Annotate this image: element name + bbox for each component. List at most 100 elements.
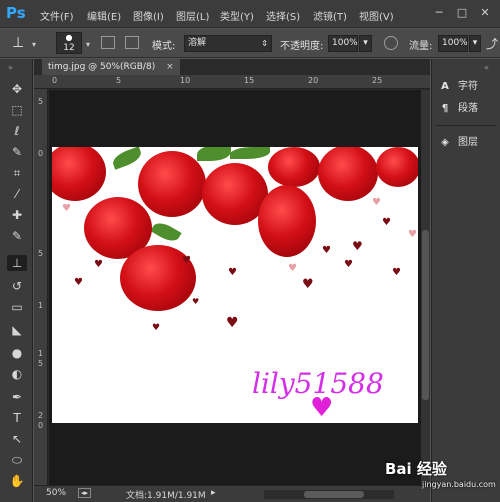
scrollbar-thumb[interactable]	[422, 230, 429, 400]
heart-petal: ♥	[392, 267, 401, 278]
ellipse-icon: ⬭	[11, 453, 23, 467]
panel-collapse-icon[interactable]: «	[484, 63, 489, 72]
dodge-tool[interactable]: ◐	[7, 366, 27, 382]
type-tool[interactable]: T	[7, 410, 27, 426]
move-tool[interactable]: ✥	[7, 81, 27, 97]
flow-label: 流量:	[409, 41, 433, 52]
panel-label: 字符	[458, 81, 478, 92]
ruler-tick-label: 1	[38, 301, 44, 310]
chevron-down-icon[interactable]: ▾	[32, 40, 36, 49]
close-window-button[interactable]: ✕	[478, 6, 492, 20]
opacity-dropdown-button[interactable]: ▾	[359, 35, 372, 52]
eraser-icon: ▭	[11, 300, 23, 314]
scrollbar-thumb[interactable]	[304, 491, 364, 498]
pen-icon: ✒	[11, 390, 23, 404]
opacity-input[interactable]: 100%	[328, 35, 358, 52]
heart-petal: ♥	[182, 255, 191, 266]
heart-petal: ♥	[372, 197, 381, 208]
history-brush-tool[interactable]: ↺	[7, 278, 27, 294]
dodge-icon: ◐	[11, 367, 23, 381]
zoom-level[interactable]: 50%	[46, 488, 66, 498]
leaf	[110, 147, 144, 170]
blur-tool[interactable]: ●	[7, 345, 27, 361]
vertical-scrollbar[interactable]	[421, 90, 430, 485]
horizontal-scrollbar[interactable]	[264, 490, 394, 499]
eyedropper-tool[interactable]: ⁄	[7, 186, 27, 202]
mode-label: 模式:	[152, 41, 176, 52]
panel-paragraph[interactable]: ¶ 段落	[438, 99, 496, 119]
rose	[318, 147, 378, 201]
menu-view[interactable]: 视图(V)	[359, 8, 394, 23]
hand-tool[interactable]: ✋	[7, 473, 27, 489]
layers-icon: ◈	[441, 137, 449, 148]
marquee-tool[interactable]: ⬚	[7, 102, 27, 118]
panel-layers[interactable]: ◈ 图层	[438, 133, 496, 153]
panel-dock: « A 字符 ¶ 段落 ◈ 图层	[431, 59, 500, 502]
brush-tool[interactable]: ✎	[7, 228, 27, 244]
menu-file[interactable]: 文件(F)	[40, 8, 74, 23]
flow-dropdown-button[interactable]: ▾	[469, 35, 481, 52]
brush-panel-toggle-icon[interactable]	[101, 36, 115, 49]
brush-size-picker[interactable]: ● 12	[56, 32, 82, 54]
ruler-tick-label: 5	[38, 97, 44, 106]
status-menu-icon[interactable]: ◂▸	[78, 488, 92, 498]
airbrush-icon[interactable]: ⤴	[486, 35, 498, 52]
ruler-tick-label: 25	[372, 76, 383, 85]
menu-select[interactable]: 选择(S)	[266, 8, 300, 23]
panel-collapse-icon[interactable]: »	[8, 63, 13, 72]
leaf	[150, 218, 182, 246]
pressure-opacity-icon[interactable]	[384, 36, 398, 50]
ruler-tick-label: 5	[38, 249, 44, 258]
close-icon[interactable]: ×	[166, 62, 174, 72]
document-info: 文档:1.91M/1.91M	[126, 491, 206, 501]
heart-petal: ♥	[288, 263, 297, 274]
healing-tool[interactable]: ✚	[7, 207, 27, 223]
panel-character[interactable]: A 字符	[438, 77, 496, 97]
ruler-tick-label: 0	[38, 149, 44, 158]
menu-edit[interactable]: 编辑(E)	[87, 8, 121, 23]
status-bar: 50% ◂▸ 文档:1.91M/1.91M ▸	[34, 485, 430, 502]
menu-type[interactable]: 类型(Y)	[220, 8, 254, 23]
heart-petal: ♥	[382, 217, 391, 228]
path-select-tool[interactable]: ↖	[7, 431, 27, 447]
ruler-tick-label: 2	[38, 411, 44, 420]
eraser-tool[interactable]: ▭	[7, 299, 27, 315]
crop-tool[interactable]: ⌗	[7, 165, 27, 181]
restore-button[interactable]: □	[455, 6, 469, 20]
heart-petal: ♥	[152, 323, 161, 333]
document-tab-title: timg.jpg @ 50%(RGB/8)	[48, 62, 156, 72]
ruler-vertical: 5 0 5 1 1 5 2 0	[34, 89, 48, 485]
chevron-down-icon[interactable]: ▾	[86, 40, 90, 49]
menu-image[interactable]: 图像(I)	[133, 8, 164, 23]
canvas-image[interactable]: ♥ ♥ ♥ ♥ ♥ ♥ ♥ ♥ ♥ ♥ ♥ ♥ ♥ ♥ ♥ ♥ ♥ lily51…	[52, 147, 418, 423]
document-tab[interactable]: timg.jpg @ 50%(RGB/8) ×	[42, 59, 180, 75]
menu-bar: Ps 文件(F) 编辑(E) 图像(I) 图层(L) 类型(Y) 选择(S) 滤…	[0, 0, 500, 28]
menu-layer[interactable]: 图层(L)	[176, 8, 209, 23]
flow-input[interactable]: 100%	[438, 35, 468, 52]
minimize-button[interactable]: ─	[432, 6, 446, 20]
heart-petal: ♥	[226, 315, 239, 331]
leaf	[197, 147, 231, 161]
bucket-tool[interactable]: ◣	[7, 322, 27, 338]
hand-icon: ✋	[9, 474, 25, 488]
clone-stamp-preset-icon[interactable]: ⊥	[12, 35, 24, 51]
marquee-icon: ⬚	[11, 103, 23, 117]
clone-stamp-tool[interactable]: ⊥	[7, 255, 27, 271]
heart-petal: ♥	[74, 277, 83, 288]
blur-icon: ●	[11, 346, 23, 360]
path-select-icon: ↖	[11, 432, 23, 446]
mode-select[interactable]: 溶解 ⇕	[184, 35, 272, 52]
pen-tool[interactable]: ✒	[7, 389, 27, 405]
lasso-tool[interactable]: ℓ	[7, 123, 27, 139]
panel-label: 段落	[458, 103, 478, 114]
clone-source-panel-icon[interactable]	[125, 36, 139, 49]
quick-select-tool[interactable]: ✎	[7, 144, 27, 160]
rose	[268, 147, 320, 187]
heart-petal: ♥	[94, 259, 103, 270]
rose	[258, 185, 316, 257]
clone-stamp-icon: ⊥	[11, 256, 23, 270]
status-arrow-icon[interactable]: ▸	[211, 488, 216, 498]
ruler-tick-label: 15	[244, 76, 255, 85]
menu-filter[interactable]: 滤镜(T)	[313, 8, 347, 23]
ellipse-tool[interactable]: ⬭	[7, 452, 27, 468]
